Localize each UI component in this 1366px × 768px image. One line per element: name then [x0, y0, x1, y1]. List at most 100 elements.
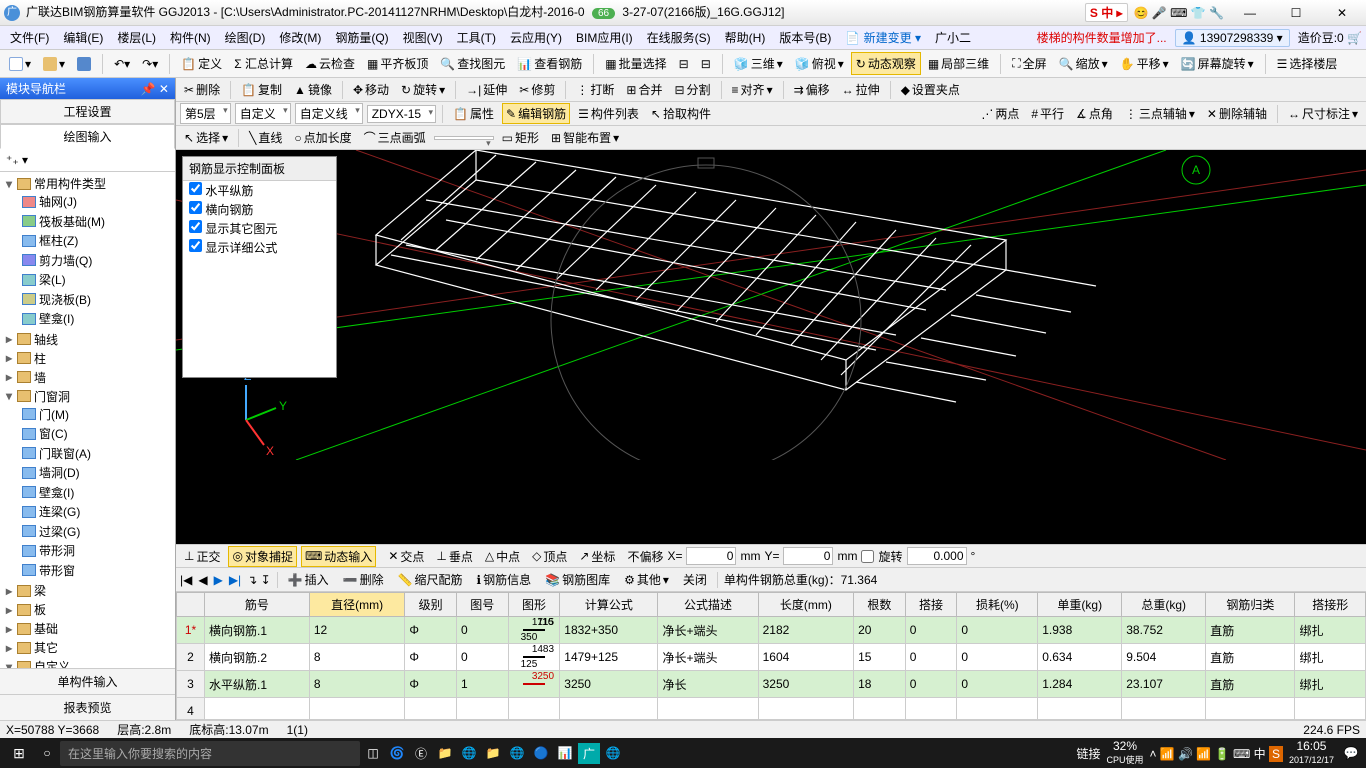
start-button[interactable]: ⊞ [4, 745, 34, 762]
tree-axisgrp[interactable]: ▸轴线 [0, 330, 175, 349]
tree-raft[interactable]: 筏板基础(M) [18, 212, 175, 232]
app-icon-10[interactable]: 🌐 [602, 746, 624, 760]
merge-button[interactable]: ⊞ 合并 [622, 79, 666, 100]
ptlen-button[interactable]: ○ 点加长度 [290, 127, 355, 148]
chk-hrebar[interactable]: 水平纵筋 [183, 181, 336, 200]
rot-checkbox[interactable] [861, 550, 874, 563]
trim-button[interactable]: ✂ 修剪 [515, 79, 559, 100]
tree-wallhole[interactable]: 墙洞(D) [18, 463, 175, 483]
steelinfo-button[interactable]: ℹ 钢筋信息 [473, 569, 536, 590]
taskbar-search[interactable]: 在这里输入你要搜索的内容 [60, 741, 360, 766]
smart-button[interactable]: ⊞ 智能布置 ▾ [547, 127, 623, 148]
offset-select[interactable]: 不偏移 [627, 548, 663, 565]
tree-linkbeam[interactable]: 连梁(G) [18, 502, 175, 522]
rotate-button[interactable]: ↻ 旋转 ▾ [397, 79, 449, 100]
split-button[interactable]: ⊟ 分割 [670, 79, 714, 100]
chk-other[interactable]: 显示其它图元 [183, 219, 336, 238]
twopoint-button[interactable]: ⋰ 两点 [977, 103, 1023, 124]
app-icon-2[interactable]: Ⓔ [410, 745, 432, 762]
insert-row-button[interactable]: ➕ 插入 [284, 569, 333, 590]
app-icon-6[interactable]: 🌐 [506, 746, 528, 760]
parallel-button[interactable]: # 平行 [1027, 103, 1068, 124]
perp-toggle[interactable]: ⊥ 垂点 [432, 546, 476, 567]
dim-button[interactable]: ↔ 尺寸标注 ▾ [1284, 103, 1362, 124]
selectfloor-button[interactable]: ☰ 选择楼层 [1272, 52, 1343, 75]
select-button[interactable]: ↖ 选择 ▾ [180, 127, 232, 148]
menu-rebar[interactable]: 钢筋量(Q) [329, 27, 394, 48]
stretch-button[interactable]: ↔ 拉伸 [838, 79, 884, 100]
tree-colgrp[interactable]: ▸柱 [0, 349, 175, 368]
top-button[interactable]: 🧊 俯视 ▾ [790, 52, 849, 75]
fullscreen-button[interactable]: ⛶ 全屏 [1007, 52, 1051, 75]
open-button[interactable]: ▾ [38, 54, 70, 74]
taskview-icon[interactable]: ◫ [362, 746, 384, 760]
cloudcheck-button[interactable]: ☁ 云检查 [300, 52, 360, 75]
close-table-button[interactable]: 关闭 [679, 569, 711, 590]
menu-component[interactable]: 构件(N) [164, 27, 217, 48]
rect-button[interactable]: ▭ 矩形 [498, 127, 543, 148]
screenrot-button[interactable]: 🔄 屏幕旋转 ▾ [1176, 52, 1259, 75]
pin-icon[interactable]: 📌 ✕ [141, 82, 169, 96]
tnav-first[interactable]: |◀ [180, 573, 192, 587]
chk-vrebar[interactable]: 横向钢筋 [183, 200, 336, 219]
batchsel-button[interactable]: ▦ 批量选择 [600, 52, 671, 75]
tnav-last[interactable]: ▶| [229, 573, 241, 587]
save-button[interactable] [72, 54, 96, 74]
tree-striphole[interactable]: 带形洞 [18, 541, 175, 561]
tnav-prev[interactable]: ◀ [198, 573, 207, 587]
menu-draw[interactable]: 绘图(D) [219, 27, 272, 48]
maximize-button[interactable]: ☐ [1276, 2, 1316, 24]
pick-button[interactable]: ↖ 拾取构件 [647, 103, 715, 124]
tree-wallgrp[interactable]: ▸墙 [0, 368, 175, 387]
prev-icon[interactable]: ⊟ [674, 54, 694, 74]
pan-button[interactable]: ✋ 平移 ▾ [1115, 52, 1174, 75]
osnap-toggle[interactable]: ◎ 对象捕捉 [228, 546, 297, 567]
editsteel-button[interactable]: ✎ 编辑钢筋 [502, 103, 570, 124]
local3d-button[interactable]: ▦ 局部三维 [923, 52, 994, 75]
copy-button[interactable]: 📋 复制 [237, 79, 286, 100]
tree-beam[interactable]: 梁(L) [18, 270, 175, 290]
aux-button[interactable]: ⋮ 三点辅轴 ▾ [1121, 103, 1199, 124]
tree-doorwin[interactable]: 门联窗(A) [18, 444, 175, 464]
undo-button[interactable]: ↶▾ [109, 54, 135, 74]
menu-tool[interactable]: 工具(T) [451, 27, 502, 48]
ortho-toggle[interactable]: ⊥ 正交 [180, 546, 224, 567]
single-component-button[interactable]: 单构件输入 [0, 668, 175, 694]
end-toggle[interactable]: ◇ 顶点 [528, 546, 571, 567]
find-button[interactable]: 🔍 查找图元 [435, 52, 510, 75]
sum-button[interactable]: Σ 汇总计算 [229, 52, 298, 75]
offset-button[interactable]: ⇉ 偏移 [790, 79, 834, 100]
dynin-toggle[interactable]: ⌨ 动态输入 [301, 546, 376, 567]
define-button[interactable]: 📋 定义 [176, 52, 227, 75]
menu-file[interactable]: 文件(F) [4, 27, 55, 48]
phone-badge[interactable]: 👤 13907298339 ▾ [1175, 29, 1290, 47]
tree-axis[interactable]: 轴网(J) [18, 192, 175, 212]
tree-niche2[interactable]: 壁龛(I) [18, 483, 175, 503]
ime-indicator[interactable]: S 中 ▸ [1085, 3, 1128, 22]
steellib-button[interactable]: 📚 钢筋图库 [541, 569, 614, 590]
tab-draw[interactable]: 绘图输入 [0, 124, 175, 149]
arc-dd[interactable] [434, 136, 494, 140]
coord-button[interactable]: ↗ 坐标 [575, 546, 619, 567]
line-button[interactable]: ╲ 直线 [245, 127, 286, 148]
mirror-button[interactable]: ▲ 镜像 [290, 79, 336, 100]
new-button[interactable]: ▾ [4, 54, 36, 74]
rot-input[interactable] [907, 547, 967, 565]
mid-toggle[interactable]: △ 中点 [481, 546, 524, 567]
tree-slabgrp[interactable]: ▸板 [0, 600, 175, 619]
clock[interactable]: 16:052017/12/17 [1289, 740, 1334, 766]
ime-icon[interactable]: 😊 🎤 ⌨ 👕 🔧 [1134, 6, 1224, 20]
taskbar-link[interactable]: 链接 [1076, 745, 1100, 762]
break-button[interactable]: ⋮ 打断 [572, 79, 618, 100]
minimize-button[interactable]: — [1230, 2, 1270, 24]
app-icon-4[interactable]: 🌐 [458, 746, 480, 760]
menu-online[interactable]: 在线服务(S) [641, 27, 717, 48]
chk-formula[interactable]: 显示详细公式 [183, 238, 336, 257]
next-icon[interactable]: ⊟ [696, 54, 716, 74]
complist-button[interactable]: ☰ 构件列表 [574, 103, 643, 124]
app-icon-1[interactable]: 🌀 [386, 746, 408, 760]
tree-window[interactable]: 窗(C) [18, 424, 175, 444]
setgrip-button[interactable]: ◆ 设置夹点 [897, 79, 964, 100]
tree-shearwall[interactable]: 剪力墙(Q) [18, 251, 175, 271]
tnav-next[interactable]: ▶ [214, 573, 223, 587]
